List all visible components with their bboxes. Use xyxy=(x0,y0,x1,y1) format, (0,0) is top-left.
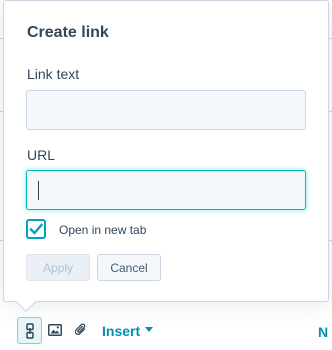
attach-file-button[interactable] xyxy=(71,320,91,340)
open-in-new-tab-checkbox[interactable] xyxy=(26,219,46,239)
toolbar-right-text[interactable]: N xyxy=(318,324,328,340)
image-icon xyxy=(48,324,62,336)
link-text-label: Link text xyxy=(27,66,80,82)
popover-title: Create link xyxy=(27,24,109,41)
insert-menu-button[interactable]: Insert xyxy=(102,323,140,339)
apply-button[interactable]: Apply xyxy=(26,254,90,281)
page: Create link Link text URL Open in new ta… xyxy=(0,0,332,350)
link-button[interactable] xyxy=(17,317,42,344)
text-cursor xyxy=(38,181,39,200)
url-input[interactable] xyxy=(26,170,306,210)
open-in-new-tab-label: Open in new tab xyxy=(59,223,147,237)
cancel-button[interactable]: Cancel xyxy=(97,254,161,281)
url-label: URL xyxy=(27,147,56,163)
attachment-icon xyxy=(75,323,86,336)
insert-image-button[interactable] xyxy=(45,320,65,340)
create-link-popover: Create link Link text URL Open in new ta… xyxy=(3,0,329,302)
link-icon xyxy=(25,322,34,339)
link-text-input[interactable] xyxy=(26,90,306,130)
chevron-down-icon[interactable] xyxy=(145,327,153,332)
checkmark-icon xyxy=(29,223,43,235)
